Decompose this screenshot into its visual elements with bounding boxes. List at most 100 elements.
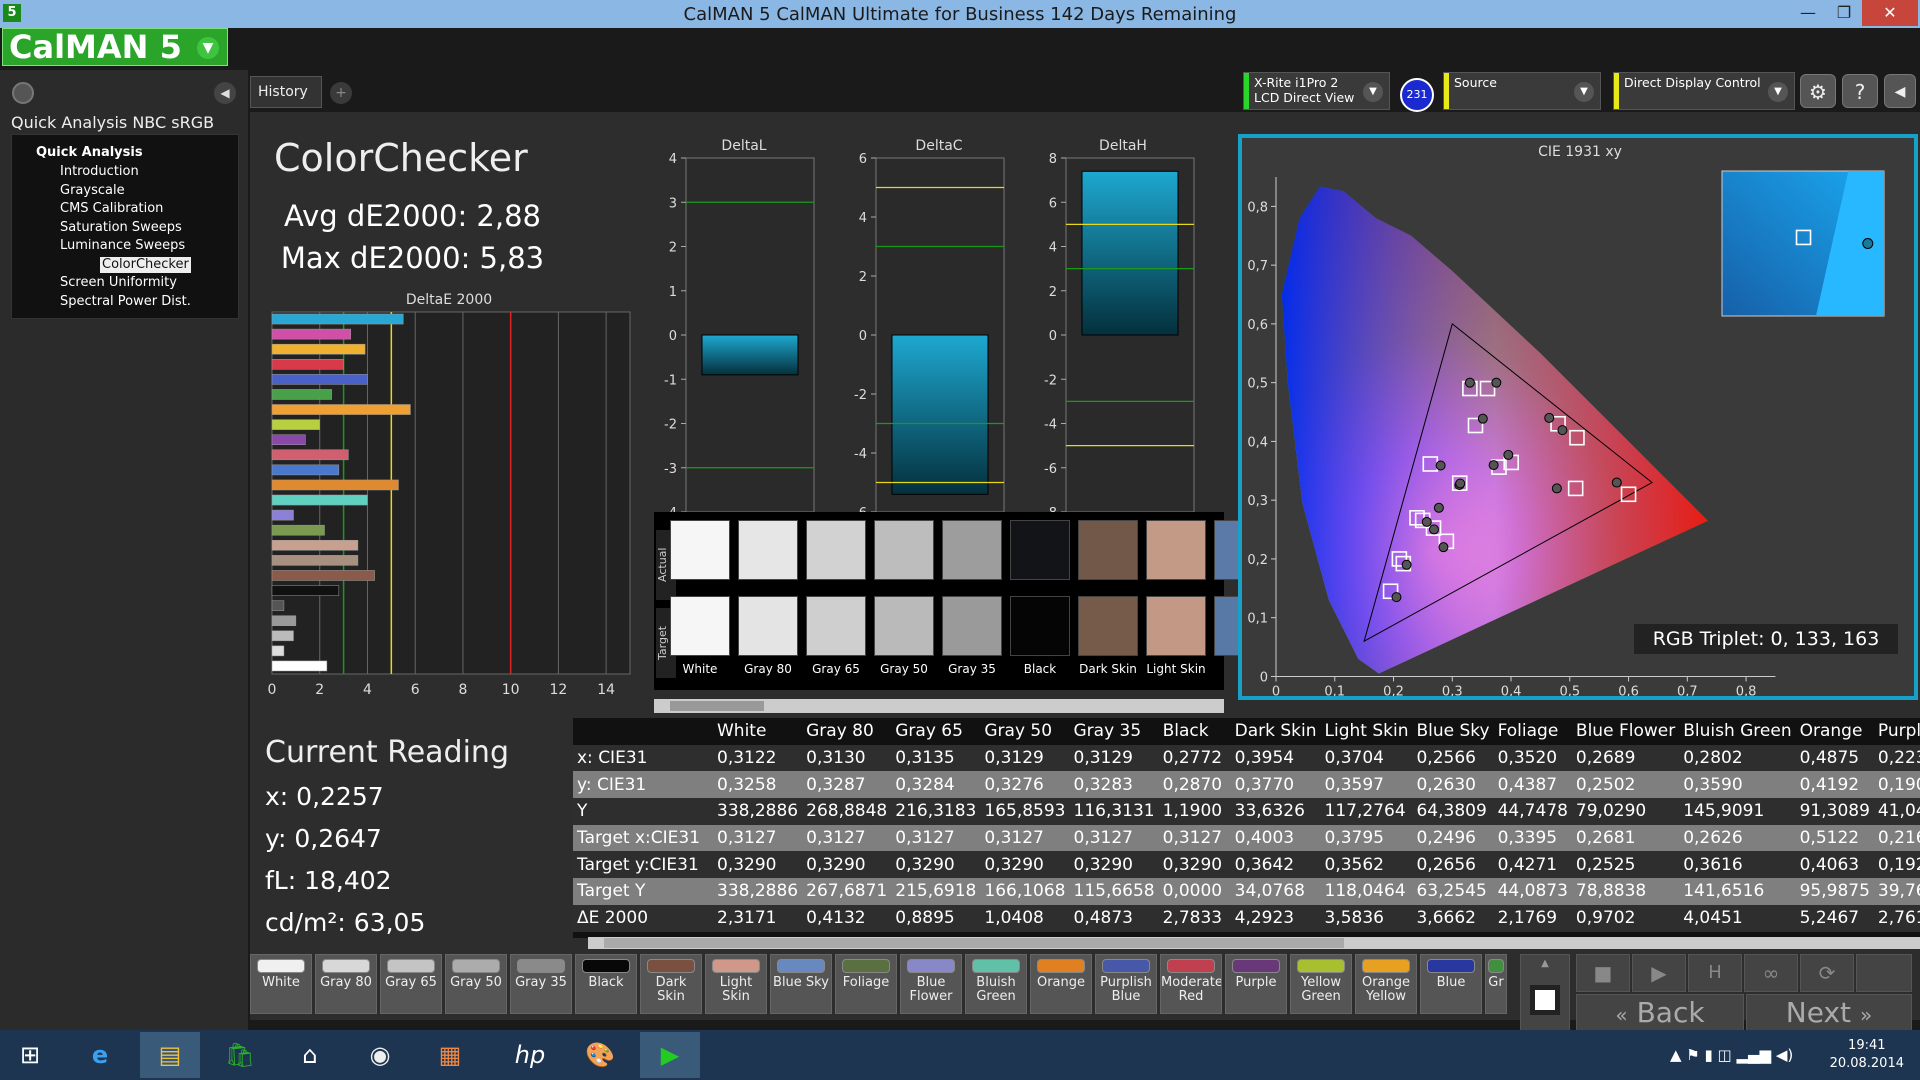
target-swatch[interactable] bbox=[1010, 596, 1070, 656]
target-swatch[interactable] bbox=[874, 596, 934, 656]
play-button[interactable]: ▶ bbox=[1632, 954, 1686, 992]
tree-item-3[interactable]: Saturation Sweeps bbox=[60, 219, 238, 238]
next-button[interactable]: Next » bbox=[1746, 994, 1912, 1032]
loop-button[interactable]: ∞ bbox=[1744, 954, 1798, 992]
cie-measured-point[interactable] bbox=[1488, 460, 1499, 471]
patch-button[interactable]: Yellow Green bbox=[1290, 954, 1352, 1014]
actual-swatch[interactable] bbox=[806, 520, 866, 580]
tree-item-5[interactable]: ColorChecker bbox=[60, 256, 238, 275]
patch-button[interactable]: Purple bbox=[1225, 954, 1287, 1014]
cie-measured-point[interactable] bbox=[1464, 377, 1475, 388]
up-down-control[interactable]: ▲ bbox=[1520, 954, 1570, 1034]
home-icon[interactable]: ⌂ bbox=[280, 1032, 340, 1078]
target-swatch[interactable] bbox=[738, 596, 798, 656]
de-bar[interactable] bbox=[271, 645, 285, 657]
de-bar[interactable] bbox=[271, 434, 306, 445]
patch-button[interactable]: Blue Sky bbox=[770, 954, 832, 1014]
actual-swatch[interactable] bbox=[1010, 520, 1070, 580]
patch-button[interactable]: Orange bbox=[1030, 954, 1092, 1014]
source-selector[interactable]: Source ▼ bbox=[1443, 72, 1601, 110]
cie-measured-point[interactable] bbox=[1544, 412, 1555, 423]
de-bar[interactable] bbox=[271, 555, 359, 566]
patch-button[interactable]: Moderate Red bbox=[1160, 954, 1222, 1014]
actual-swatch[interactable] bbox=[874, 520, 934, 580]
ie-icon[interactable]: e bbox=[70, 1032, 130, 1078]
de-bar[interactable] bbox=[271, 313, 404, 325]
patch-button[interactable]: Black bbox=[575, 954, 637, 1014]
record-button[interactable] bbox=[1856, 954, 1912, 992]
help-icon[interactable]: ? bbox=[1842, 74, 1878, 108]
delta-bar[interactable] bbox=[891, 334, 989, 495]
explorer-icon[interactable]: ▤ bbox=[140, 1032, 200, 1078]
calman-taskbar-icon[interactable]: ▶ bbox=[640, 1032, 700, 1078]
store-icon[interactable]: 🛍 bbox=[210, 1032, 270, 1078]
calman-logo-menu[interactable]: CalMAN 5 ▼ bbox=[2, 28, 228, 66]
patch-button[interactable]: Purplish Blue bbox=[1095, 954, 1157, 1014]
patch-button[interactable]: Blue Flower bbox=[900, 954, 962, 1014]
cie-measured-point[interactable] bbox=[1401, 559, 1412, 570]
display-selector[interactable]: Direct Display Control ▼ bbox=[1613, 72, 1795, 110]
de-bar[interactable] bbox=[271, 630, 294, 642]
close-button[interactable]: ✕ bbox=[1862, 0, 1918, 26]
de-bar[interactable] bbox=[271, 479, 399, 491]
add-tab-button[interactable]: + bbox=[330, 82, 352, 104]
scroll-thumb[interactable] bbox=[670, 701, 764, 711]
de-bar[interactable] bbox=[271, 615, 297, 626]
minimize-button[interactable]: — bbox=[1790, 0, 1826, 26]
cie-measured-point[interactable] bbox=[1611, 477, 1622, 488]
cie-measured-point[interactable] bbox=[1429, 524, 1440, 535]
cie-measured-point[interactable] bbox=[1477, 413, 1488, 424]
cie-measured-point[interactable] bbox=[1551, 483, 1562, 494]
back-button[interactable]: « Back bbox=[1576, 994, 1744, 1032]
patch-button[interactable]: Gray 65 bbox=[380, 954, 442, 1014]
actual-swatch[interactable] bbox=[1078, 520, 1138, 580]
de-bar[interactable] bbox=[271, 328, 352, 340]
cie-measured-point[interactable] bbox=[1455, 478, 1466, 489]
cie-measured-point[interactable] bbox=[1438, 542, 1449, 553]
stop-measure-button[interactable]: ■ bbox=[1576, 954, 1630, 992]
patch-button[interactable]: Blue bbox=[1420, 954, 1482, 1014]
actual-swatch[interactable] bbox=[670, 520, 730, 580]
maximize-button[interactable]: ❐ bbox=[1826, 0, 1862, 26]
table-scrollbar[interactable] bbox=[588, 937, 1920, 949]
de-bar[interactable] bbox=[271, 509, 294, 521]
de-bar[interactable] bbox=[271, 404, 411, 415]
actual-swatch[interactable] bbox=[1146, 520, 1206, 580]
cie-measured-point[interactable] bbox=[1391, 592, 1402, 603]
actual-swatch[interactable] bbox=[738, 520, 798, 580]
collapse-right-icon[interactable]: ◀ bbox=[1884, 74, 1916, 108]
meter-badge[interactable]: 231 bbox=[1400, 78, 1434, 112]
cie-measured-point[interactable] bbox=[1435, 460, 1446, 471]
patch-button[interactable]: Gray 80 bbox=[315, 954, 377, 1014]
hp-icon[interactable]: hp bbox=[500, 1032, 560, 1078]
swatch-scrollbar[interactable] bbox=[654, 699, 1224, 713]
tree-item-7[interactable]: Spectral Power Dist. bbox=[60, 293, 238, 312]
cie-measured-point[interactable] bbox=[1557, 425, 1568, 436]
paint-icon[interactable]: 🎨 bbox=[570, 1032, 630, 1078]
tree-item-0[interactable]: Introduction bbox=[60, 163, 238, 182]
de-bar[interactable] bbox=[271, 359, 344, 370]
tray-icons[interactable]: ▲ ⚑ ▮ ◫ ▂▄▆ ◀) bbox=[1670, 1046, 1793, 1064]
patch-button[interactable]: Foliage bbox=[835, 954, 897, 1014]
record-icon[interactable] bbox=[12, 82, 34, 104]
meter-selector[interactable]: X-Rite i1Pro 2 LCD Direct View ▼ bbox=[1243, 72, 1390, 110]
de-bar[interactable] bbox=[271, 494, 368, 506]
cie-measured-point[interactable] bbox=[1503, 449, 1514, 460]
patch-button[interactable]: Gray 50 bbox=[445, 954, 507, 1014]
tree-item-6[interactable]: Screen Uniformity bbox=[60, 274, 238, 293]
patch-button[interactable]: Bluish Green bbox=[965, 954, 1027, 1014]
collapse-panel-button[interactable]: ◀ bbox=[214, 82, 236, 104]
windows-start-icon[interactable]: ⊞ bbox=[0, 1032, 60, 1078]
clock[interactable]: 19:41 20.08.2014 bbox=[1830, 1037, 1904, 1073]
patch-button[interactable]: Gray 35 bbox=[510, 954, 572, 1014]
tree-item-1[interactable]: Grayscale bbox=[60, 182, 238, 201]
target-swatch[interactable] bbox=[1078, 596, 1138, 656]
de-bar[interactable] bbox=[271, 389, 332, 400]
settings-gear-icon[interactable]: ⚙ bbox=[1800, 74, 1836, 108]
camera-app-icon[interactable]: ◉ bbox=[350, 1032, 410, 1078]
patch-button[interactable]: White bbox=[250, 954, 312, 1014]
patch-button[interactable]: Gr bbox=[1485, 954, 1507, 1014]
cie-measured-point[interactable] bbox=[1433, 502, 1444, 513]
de-bar[interactable] bbox=[271, 374, 368, 385]
de-bar[interactable] bbox=[271, 585, 340, 596]
